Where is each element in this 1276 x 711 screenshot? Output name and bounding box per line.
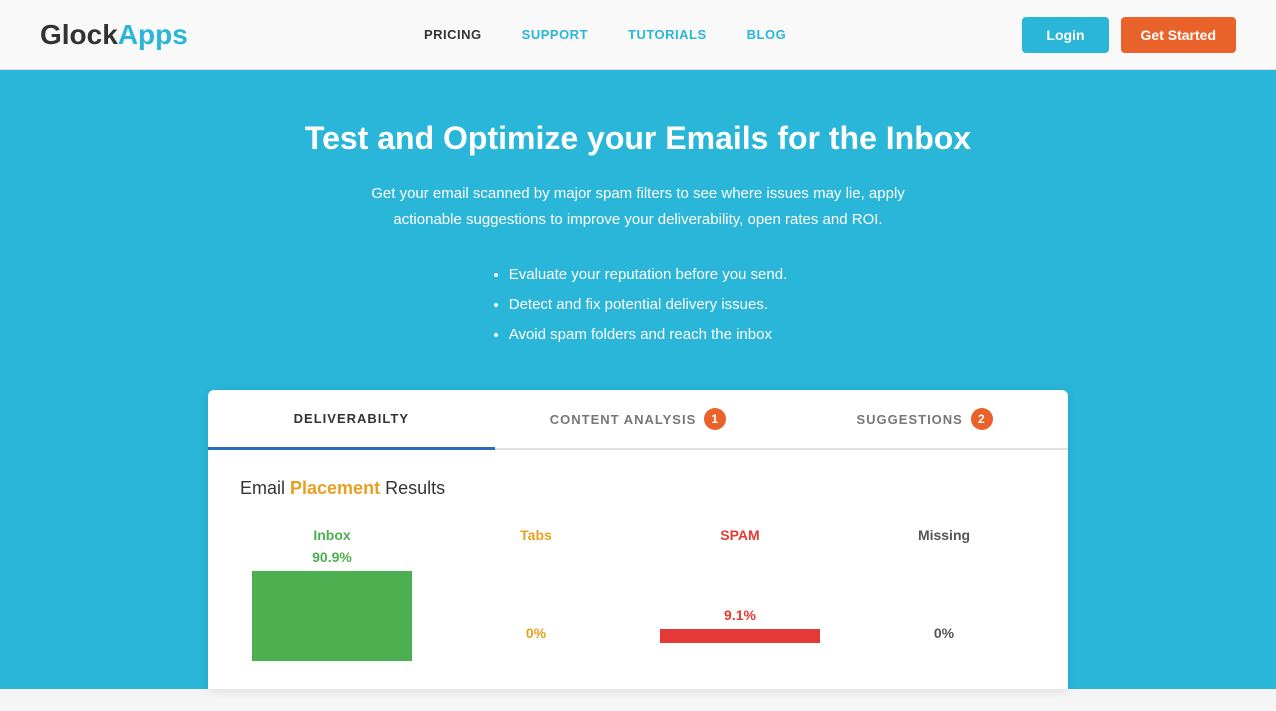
logo[interactable]: GlockApps [40,19,188,51]
nav-support[interactable]: SUPPORT [522,27,588,42]
panel-tabs: DELIVERABILTY CONTENT ANALYSIS 1 SUGGEST… [208,390,1068,450]
inbox-bar [252,571,412,661]
spam-label: SPAM [720,527,759,543]
nav-pricing[interactable]: PRICING [424,27,482,42]
nav-blog[interactable]: BLOG [747,27,787,42]
section-title: Email Placement Results [240,478,1036,499]
header: GlockApps PRICING SUPPORT TUTORIALS BLOG… [0,0,1276,70]
get-started-button[interactable]: Get Started [1121,17,1236,53]
inbox-label: Inbox [313,527,350,543]
placement-tabs: Tabs 0% [444,527,628,641]
bullet-2: Detect and fix potential delivery issues… [509,290,788,320]
placement-grid: Inbox 90.9% Tabs 0% SPAM 9.1% [240,527,1036,661]
inbox-bar-container [240,571,424,661]
main-nav: PRICING SUPPORT TUTORIALS BLOG [424,27,786,42]
missing-label: Missing [918,527,970,543]
tab-content-analysis[interactable]: CONTENT ANALYSIS 1 [495,390,782,448]
logo-glock: Glock [40,19,118,50]
header-buttons: Login Get Started [1022,17,1236,53]
missing-pct: 0% [934,625,954,641]
logo-apps: Apps [118,19,188,50]
bullet-3: Avoid spam folders and reach the inbox [509,320,788,350]
nav-tutorials[interactable]: TUTORIALS [628,27,707,42]
results-panel: DELIVERABILTY CONTENT ANALYSIS 1 SUGGEST… [208,390,1068,689]
placement-inbox: Inbox 90.9% [240,527,424,661]
tab-deliverability[interactable]: DELIVERABILTY [208,390,495,450]
hero-section: Test and Optimize your Emails for the In… [0,70,1276,689]
inbox-pct: 90.9% [312,549,352,565]
tab-suggestions-badge: 2 [971,408,993,430]
spam-pct: 9.1% [724,607,756,623]
panel-content: Email Placement Results Inbox 90.9% Tabs… [208,450,1068,689]
tabs-label: Tabs [520,527,552,543]
tab-content-analysis-badge: 1 [704,408,726,430]
login-button[interactable]: Login [1022,17,1108,53]
spam-bar-container [648,629,832,643]
tabs-pct: 0% [526,625,546,641]
hero-title: Test and Optimize your Emails for the In… [305,120,971,157]
hero-bullets: Evaluate your reputation before you send… [489,260,788,350]
spam-bar [660,629,820,643]
placement-missing: Missing 0% [852,527,1036,641]
hero-description: Get your email scanned by major spam fil… [358,181,918,232]
bullet-1: Evaluate your reputation before you send… [509,260,788,290]
placement-spam: SPAM 9.1% [648,527,832,643]
tab-suggestions[interactable]: SUGGESTIONS 2 [781,390,1068,448]
